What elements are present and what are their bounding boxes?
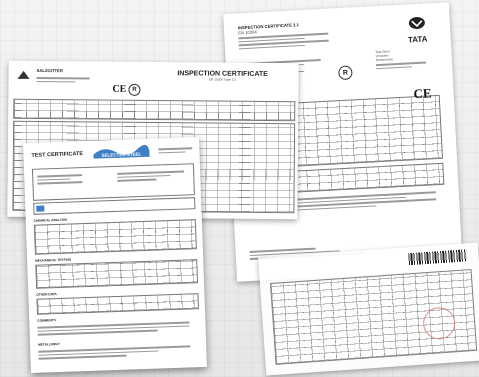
section-comments: COMMENTS bbox=[37, 318, 56, 323]
metallurgy-text bbox=[38, 343, 198, 361]
order-info-box bbox=[31, 163, 195, 201]
mechanical-table bbox=[35, 259, 199, 289]
steel-logo: SELECTED STEEL bbox=[91, 143, 152, 161]
other-data-table bbox=[36, 293, 199, 315]
steel-wave-icon: SELECTED STEEL bbox=[93, 144, 150, 159]
company-name: SALZGITTER bbox=[36, 67, 63, 74]
registered-mark: R bbox=[128, 83, 141, 96]
header-table bbox=[13, 98, 296, 122]
ce-mark: CE bbox=[112, 83, 127, 95]
section-other: OTHER DATA bbox=[36, 292, 57, 297]
brand-address: Tata Steel IJmuiden Netherlands bbox=[375, 47, 442, 72]
certificate-title: TEST CERTIFICATE bbox=[31, 151, 84, 159]
ce-mark: CE bbox=[413, 85, 433, 102]
company-emblem-icon bbox=[17, 70, 30, 79]
comments-text bbox=[37, 319, 197, 337]
tata-emblem-icon bbox=[408, 16, 425, 29]
tata-logo: TATA bbox=[392, 15, 443, 46]
title-block: INSPECTION CERTIFICATE EN 10204 Type 3.1 bbox=[153, 70, 293, 82]
section-metallurgy: METALLURGY bbox=[38, 341, 61, 347]
section-mechanical: MECHANICAL TESTING bbox=[35, 257, 72, 263]
barcode bbox=[408, 249, 467, 266]
chemical-table bbox=[33, 219, 197, 255]
registered-mark: R bbox=[338, 65, 353, 81]
certificate-subtitle: EN 10204 Type 3.1 bbox=[208, 77, 237, 82]
header-block: INSPECTION CERTIFICATE 3.1 EN 10204 bbox=[238, 19, 359, 52]
bottom-right-document bbox=[258, 242, 479, 376]
front-test-certificate: TEST CERTIFICATE SELECTED STEEL CHEMICAL… bbox=[23, 136, 207, 374]
header-info bbox=[158, 145, 194, 155]
remarks-block bbox=[292, 189, 444, 213]
section-chemical: CHEMICAL ANALYSIS bbox=[33, 217, 68, 223]
brand-name: TATA bbox=[407, 34, 428, 45]
company-address bbox=[36, 75, 106, 85]
company-logo bbox=[13, 67, 33, 85]
product-flag-icon bbox=[36, 205, 45, 212]
